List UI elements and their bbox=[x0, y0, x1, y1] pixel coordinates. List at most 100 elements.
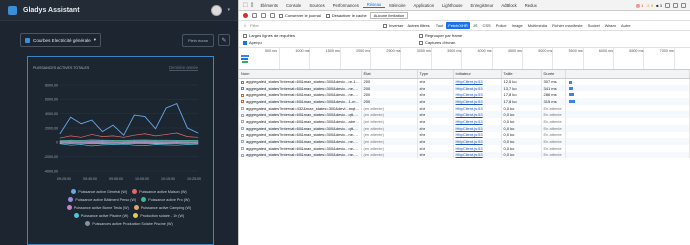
more-filters-button[interactable]: Autres filtres bbox=[407, 23, 429, 28]
filter-bar: ⏚ Filter Inverser Autres filtres Tout Fet… bbox=[239, 21, 690, 31]
tab-sources[interactable]: Sources bbox=[305, 3, 328, 8]
cell-initiator[interactable]: HttpClient.js:53 bbox=[453, 104, 502, 112]
inspect-icon[interactable]: ⬚ bbox=[243, 2, 248, 8]
legend-item[interactable]: Puissance active Camping (W) bbox=[133, 205, 191, 210]
disable-cache-checkbox[interactable] bbox=[325, 13, 330, 18]
chevron-down-icon[interactable]: ▾ bbox=[227, 7, 230, 13]
filter-chip[interactable]: Autre bbox=[619, 22, 633, 29]
preserve-log-checkbox[interactable] bbox=[279, 13, 283, 18]
column-header[interactable]: Durée bbox=[541, 70, 566, 79]
error-count[interactable]: ⨂ 1 bbox=[636, 3, 643, 8]
option-checkbox[interactable] bbox=[243, 40, 247, 45]
warning-count[interactable]: ⚠ 5 bbox=[646, 3, 653, 8]
filter-chip[interactable]: Socket bbox=[586, 22, 602, 29]
search-icon[interactable] bbox=[270, 13, 275, 18]
tab-m-moire[interactable]: Mémoire bbox=[385, 3, 409, 8]
tab-lighthouse[interactable]: Lighthouse bbox=[438, 3, 467, 8]
tab-console[interactable]: Console bbox=[282, 3, 305, 8]
filter-chip[interactable]: Fetch/XHR bbox=[446, 22, 470, 29]
tab-adblock[interactable]: AdBlock bbox=[497, 3, 520, 8]
avatar[interactable] bbox=[211, 4, 223, 16]
table-row[interactable]: aggregated_states?interval=60&max_states… bbox=[239, 131, 690, 139]
legend-item[interactable]: Puissance active Général (W) bbox=[71, 189, 127, 194]
legend-item[interactable]: Puissance active Bâtiment Perso (W) bbox=[68, 197, 136, 202]
fullscreen-button[interactable]: Plein écran bbox=[181, 33, 214, 47]
tab-application[interactable]: Application bbox=[410, 3, 439, 8]
column-header[interactable]: Taille bbox=[501, 70, 542, 79]
table-row[interactable]: aggregated_states?interval=60&max_states… bbox=[239, 144, 690, 152]
column-header[interactable] bbox=[565, 70, 690, 79]
filter-chip[interactable]: Image bbox=[510, 22, 525, 29]
cell-initiator[interactable]: HttpClient.js:53 bbox=[453, 144, 502, 152]
filter-chip[interactable]: Wasm bbox=[603, 22, 618, 29]
filter-chip[interactable]: Police bbox=[494, 22, 509, 29]
data-point bbox=[176, 143, 178, 144]
invert-checkbox[interactable] bbox=[383, 23, 387, 28]
cell-initiator[interactable]: HttpClient.js:53 bbox=[453, 124, 502, 132]
filter-chip[interactable]: Tout bbox=[434, 22, 446, 29]
record-icon[interactable] bbox=[243, 13, 248, 18]
column-header[interactable]: Nom bbox=[239, 70, 362, 79]
tab-redux[interactable]: Redux bbox=[521, 3, 541, 8]
cell-name: aggregated_states?interval=60&max_states… bbox=[239, 118, 362, 125]
filter-icon[interactable] bbox=[261, 13, 266, 18]
option-checkbox[interactable] bbox=[243, 33, 247, 38]
filter-chip[interactable]: Multimédia bbox=[526, 22, 549, 29]
legend-item[interactable]: Puissance active Borne Tesla (W) bbox=[66, 205, 129, 210]
dashboard-select[interactable]: Courbes Electricité générale ▾ bbox=[20, 33, 102, 47]
info-count[interactable]: ■ 3 bbox=[656, 3, 662, 8]
table-row[interactable]: aggregated_states?interval=60&max_states… bbox=[239, 91, 690, 99]
option-checkbox[interactable] bbox=[419, 33, 423, 38]
legend-item[interactable]: Puissance active Maison (W) bbox=[132, 189, 187, 194]
tab-performances[interactable]: Performances bbox=[329, 3, 363, 8]
cell-initiator[interactable]: HttpClient.js:53 bbox=[453, 151, 502, 159]
table-row[interactable]: aggregated_states?interval=60&max_states… bbox=[239, 151, 690, 159]
cell-initiator[interactable]: HttpClient.js:53 bbox=[453, 138, 502, 145]
column-header[interactable]: État bbox=[361, 70, 418, 79]
cell-initiator[interactable]: HttpClient.js:53 bbox=[453, 98, 502, 105]
cell-initiator[interactable]: HttpClient.js:53 bbox=[453, 111, 502, 119]
data-point bbox=[70, 139, 71, 141]
option-item[interactable]: Captures d'écran bbox=[419, 40, 519, 45]
filter-chip[interactable]: CSS bbox=[480, 22, 492, 29]
option-item[interactable]: Aperçu bbox=[243, 40, 419, 45]
cell-initiator[interactable]: HttpClient.js:53 bbox=[453, 118, 502, 125]
table-row[interactable]: aggregated_states?interval=60&max_states… bbox=[239, 111, 690, 119]
table-row[interactable]: aggregated_states?interval=60&max_states… bbox=[239, 124, 690, 132]
tab-r-seau[interactable]: Réseau bbox=[362, 2, 386, 8]
cell-initiator[interactable]: HttpClient.js:53 bbox=[453, 131, 502, 139]
data-point bbox=[197, 143, 199, 145]
device-icon[interactable]: ▯ bbox=[251, 2, 254, 8]
legend-item[interactable]: Puissance active Pro (W) bbox=[141, 197, 190, 202]
cell-initiator[interactable]: HttpClient.js:53 bbox=[453, 84, 502, 92]
option-checkbox[interactable] bbox=[419, 40, 423, 45]
filter-input[interactable]: ⏚ Filter bbox=[243, 23, 383, 29]
cell-initiator[interactable]: HttpClient.js:53 bbox=[453, 78, 502, 85]
settings-icon[interactable] bbox=[665, 2, 670, 8]
tab-enregistreur[interactable]: Enregistreur bbox=[467, 3, 498, 8]
edit-icon[interactable]: ✎ bbox=[218, 34, 230, 46]
legend-item[interactable]: Puissance active Piscine (W) bbox=[73, 213, 128, 218]
column-header[interactable]: Type bbox=[417, 70, 454, 79]
table-row[interactable]: aggregated_states?interval=60&max_states… bbox=[239, 78, 690, 85]
filter-chip[interactable]: Fichier manifeste bbox=[550, 22, 584, 29]
throttle-select[interactable]: Aucune limitation bbox=[369, 12, 409, 19]
legend-item[interactable]: Puissances active Production Solaire Pis… bbox=[85, 221, 173, 226]
close-icon[interactable] bbox=[681, 2, 686, 8]
cell-initiator[interactable]: HttpClient.js:53 bbox=[453, 91, 502, 99]
table-row[interactable]: aggregated_states?interval=60&max_states… bbox=[239, 84, 690, 92]
more-icon[interactable] bbox=[673, 2, 678, 8]
option-item[interactable]: Regrouper par frame bbox=[419, 33, 519, 38]
cell-duration: En attente bbox=[541, 118, 566, 125]
table-row[interactable]: aggregated_states?interval=60&max_states… bbox=[239, 138, 690, 145]
option-item[interactable]: Larges lignes de requêtes bbox=[243, 33, 419, 38]
column-header[interactable]: Initiateur bbox=[453, 70, 502, 79]
table-row[interactable]: aggregated_states?interval=60&max_states… bbox=[239, 118, 690, 125]
clear-icon[interactable] bbox=[252, 13, 257, 18]
table-row[interactable]: aggregated_states?interval=432&max_state… bbox=[239, 104, 690, 112]
table-row[interactable]: aggregated_states?interval=60&max_states… bbox=[239, 98, 690, 105]
filter-chip[interactable]: JS bbox=[471, 22, 480, 29]
tab--l-ments[interactable]: Éléments bbox=[257, 3, 282, 8]
data-point bbox=[197, 136, 199, 138]
legend-item[interactable]: Production solaire - 1h (W) bbox=[133, 213, 184, 218]
